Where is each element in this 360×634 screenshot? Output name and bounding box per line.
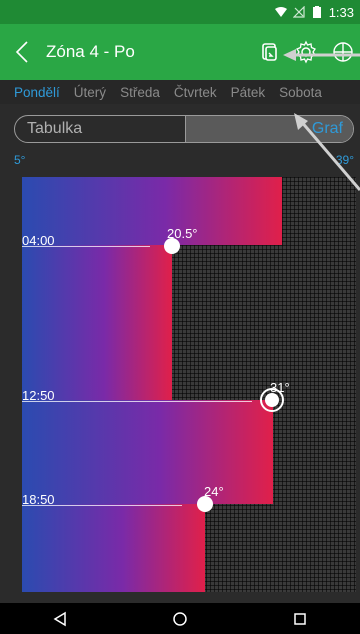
- back-button[interactable]: [0, 24, 44, 80]
- time-line-2: [22, 401, 252, 402]
- time-label-1: 04:00: [22, 233, 55, 248]
- temp-label-3: 24°: [204, 484, 224, 499]
- gear-icon: [296, 40, 316, 64]
- time-label-2: 12:50: [22, 388, 55, 403]
- back-icon: [15, 41, 28, 63]
- nav-back-button[interactable]: [40, 603, 80, 634]
- system-nav-bar: [0, 603, 360, 634]
- schedule-bar-3: [22, 400, 273, 504]
- tab-wednesday[interactable]: Středa: [113, 85, 167, 100]
- app-bar: Zóna 4 - Po: [0, 24, 360, 80]
- signal-off-icon: [292, 6, 305, 18]
- view-toggle: Tabulka Graf: [14, 115, 354, 143]
- home-circle-icon: [173, 611, 187, 626]
- temp-label-2: 31°: [270, 380, 290, 395]
- temp-label-1: 20.5°: [167, 226, 198, 241]
- graph-view-button[interactable]: Graf: [184, 116, 353, 142]
- page-title: Zóna 4 - Po: [46, 42, 135, 61]
- status-time: 1:33: [328, 4, 354, 20]
- range-max-label: 39°: [335, 153, 354, 167]
- tab-saturday[interactable]: Sobota: [272, 85, 329, 100]
- nav-recents-button[interactable]: [280, 603, 320, 634]
- thermometer-icon: [333, 42, 353, 62]
- nav-home-button[interactable]: [160, 603, 200, 634]
- table-view-button[interactable]: Tabulka: [15, 116, 185, 142]
- schedule-bar-2: [22, 245, 172, 400]
- thermometer-button[interactable]: [332, 40, 354, 64]
- schedule-bar-4: [22, 504, 205, 592]
- status-bar: 1:33: [0, 0, 360, 24]
- range-min-label: 5°: [14, 153, 26, 167]
- schedule-bar-1: [22, 177, 282, 245]
- time-label-3: 18:50: [22, 492, 55, 507]
- day-tabs: Pondělí Úterý Středa Čtvrtek Pátek Sobot…: [0, 80, 360, 104]
- settings-button[interactable]: [294, 40, 318, 64]
- tab-tuesday[interactable]: Úterý: [67, 85, 113, 100]
- back-triangle-icon: [53, 611, 66, 626]
- tab-friday[interactable]: Pátek: [224, 85, 273, 100]
- recents-square-icon: [294, 612, 306, 625]
- wifi-icon: [274, 7, 287, 17]
- copy-button[interactable]: [260, 41, 280, 63]
- copy-icon: [262, 43, 277, 61]
- tab-monday[interactable]: Pondělí: [0, 85, 67, 100]
- battery-icon: [312, 6, 321, 18]
- tab-thursday[interactable]: Čtvrtek: [167, 85, 224, 100]
